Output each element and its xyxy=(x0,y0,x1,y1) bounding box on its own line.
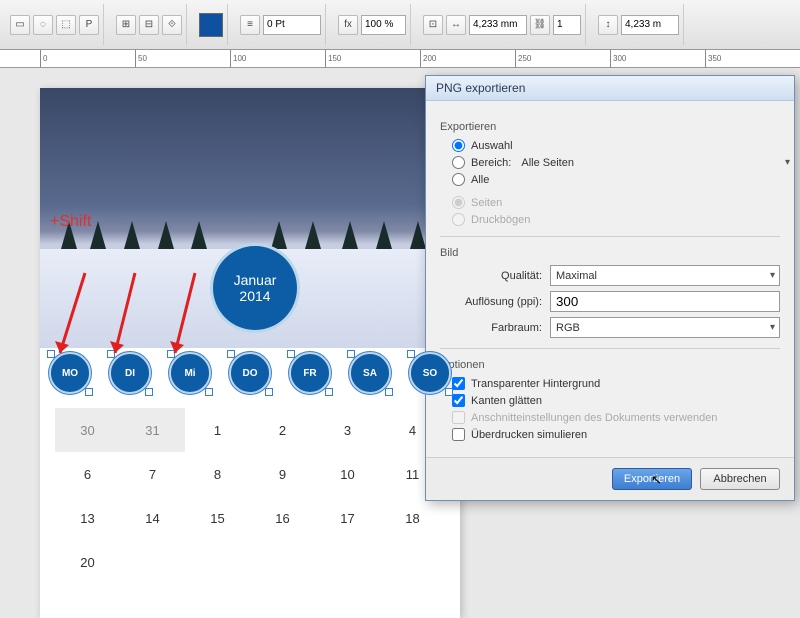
cal-cell: 3 xyxy=(315,408,380,452)
colorspace-combo[interactable]: RGB xyxy=(550,317,780,338)
cal-cell: 30 xyxy=(55,408,120,452)
quality-label: Qualität: xyxy=(440,270,550,282)
check-overprint-label: Überdrucken simulieren xyxy=(471,429,587,441)
tool-pointer-icon[interactable]: ▭ xyxy=(10,15,30,35)
radio-alle[interactable] xyxy=(452,173,465,186)
check-smooth-label: Kanten glätten xyxy=(471,395,542,407)
bereich-value: Alle Seiten xyxy=(521,157,574,169)
cal-cell: 17 xyxy=(315,496,380,540)
ruler-tick: 300 xyxy=(610,50,626,68)
cal-cell: 31 xyxy=(120,408,185,452)
bereich-combo[interactable]: Alle Seiten xyxy=(521,157,780,169)
ruler-tick: 50 xyxy=(135,50,147,68)
annotation-arrows-icon xyxy=(35,263,235,373)
quality-combo[interactable]: Maximal xyxy=(550,265,780,286)
width-input[interactable] xyxy=(469,15,527,35)
cal-cell: 1 xyxy=(185,408,250,452)
weekday-so[interactable]: SO xyxy=(409,352,451,394)
colorspace-value: RGB xyxy=(556,322,580,334)
cal-cell: 2 xyxy=(250,408,315,452)
quality-value: Maximal xyxy=(556,270,597,282)
check-transparent-label: Transparenter Hintergrund xyxy=(471,378,600,390)
ruler-tick: 250 xyxy=(515,50,531,68)
weekday-fr[interactable]: FR xyxy=(289,352,331,394)
crop-icon[interactable]: ⊡ xyxy=(423,15,443,35)
radio-seiten-label: Seiten xyxy=(471,197,502,209)
dialog-title: PNG exportieren xyxy=(426,76,794,101)
main-toolbar: ▭ ◌ ⬚ P ⊞ ⊟ ⟐ ≡ fx ⊡ ↔ ⛓ ↕ xyxy=(0,0,800,50)
zoom-input[interactable] xyxy=(361,15,406,35)
image-section-label: Bild xyxy=(440,247,780,259)
shift-annotation: +Shift xyxy=(50,213,91,231)
tool-select-icon[interactable]: ◌ xyxy=(33,15,53,35)
export-button[interactable]: Exportieren ↖ xyxy=(612,468,692,490)
ruler-tick: 0 xyxy=(40,50,47,68)
cancel-button[interactable]: Abbrechen xyxy=(700,468,780,490)
distribute-icon[interactable]: ⊟ xyxy=(139,15,159,35)
fx-icon[interactable]: fx xyxy=(338,15,358,35)
radio-auswahl-label: Auswahl xyxy=(471,140,513,152)
radio-druckboegen xyxy=(452,213,465,226)
fill-color-swatch[interactable] xyxy=(199,13,223,37)
export-section-label: Exportieren xyxy=(440,121,780,133)
radio-seiten xyxy=(452,196,465,209)
month-year: 2014 xyxy=(239,288,270,304)
cal-cell: 14 xyxy=(120,496,185,540)
cal-cell: 9 xyxy=(250,452,315,496)
colorspace-label: Farbraum: xyxy=(440,322,550,334)
cal-cell: 20 xyxy=(55,540,120,584)
ruler-tick: 200 xyxy=(420,50,436,68)
count-input[interactable] xyxy=(553,15,581,35)
height-input[interactable] xyxy=(621,15,679,35)
tool-type-icon[interactable]: P xyxy=(79,15,99,35)
month-name: Januar xyxy=(234,272,277,288)
cal-cell: 6 xyxy=(55,452,120,496)
resolution-label: Auflösung (ppi): xyxy=(440,296,550,308)
cal-cell: 7 xyxy=(120,452,185,496)
radio-bereich[interactable] xyxy=(452,156,465,169)
document-page[interactable]: +Shift Januar 2014 MO DI Mi DO FR SA SO … xyxy=(40,88,460,618)
check-bleed xyxy=(452,411,465,424)
ruler-tick: 150 xyxy=(325,50,341,68)
link-icon[interactable]: ⛓ xyxy=(530,15,550,35)
arrow-h-icon[interactable]: ↔ xyxy=(446,15,466,35)
horizontal-ruler: 0 50 100 150 200 250 300 350 xyxy=(0,50,800,68)
options-section-label: Optionen xyxy=(440,359,780,371)
radio-auswahl[interactable] xyxy=(452,139,465,152)
stroke-icon[interactable]: ≡ xyxy=(240,15,260,35)
cal-cell xyxy=(120,540,185,584)
ruler-tick: 350 xyxy=(705,50,721,68)
transform-icon[interactable]: ⟐ xyxy=(162,15,182,35)
cal-cell: 10 xyxy=(315,452,380,496)
cal-cell: 16 xyxy=(250,496,315,540)
cal-cell xyxy=(380,540,445,584)
cal-cell: 18 xyxy=(380,496,445,540)
align-icon[interactable]: ⊞ xyxy=(116,15,136,35)
radio-bereich-label: Bereich: xyxy=(471,157,511,169)
check-overprint[interactable] xyxy=(452,428,465,441)
radio-alle-label: Alle xyxy=(471,174,489,186)
ruler-tick: 100 xyxy=(230,50,246,68)
cal-cell: 8 xyxy=(185,452,250,496)
png-export-dialog: PNG exportieren Exportieren Auswahl Bere… xyxy=(425,75,795,501)
cursor-icon: ↖ xyxy=(651,472,662,488)
radio-druckboegen-label: Druckbögen xyxy=(471,214,530,226)
arrow-v-icon[interactable]: ↕ xyxy=(598,15,618,35)
weekday-sa[interactable]: SA xyxy=(349,352,391,394)
cal-cell xyxy=(315,540,380,584)
stroke-weight-input[interactable] xyxy=(263,15,321,35)
cal-cell: 15 xyxy=(185,496,250,540)
weekday-do[interactable]: DO xyxy=(229,352,271,394)
cal-cell xyxy=(185,540,250,584)
check-bleed-label: Anschnitteinstellungen des Dokuments ver… xyxy=(471,412,717,424)
calendar-grid: 30 31 1 2 3 4 6 7 8 9 10 11 13 14 15 16 … xyxy=(40,398,460,594)
cal-cell xyxy=(250,540,315,584)
resolution-input[interactable] xyxy=(550,291,780,312)
tool-marquee-icon[interactable]: ⬚ xyxy=(56,15,76,35)
cal-cell: 13 xyxy=(55,496,120,540)
